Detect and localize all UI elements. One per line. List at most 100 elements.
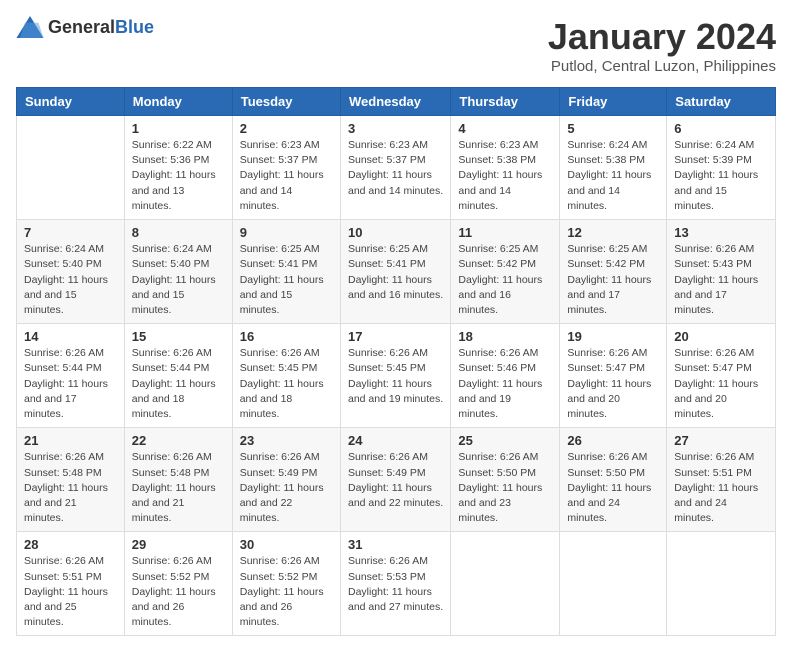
daylight-line1: Daylight: 11 hours bbox=[240, 168, 333, 183]
sunset-text: Sunset: 5:42 PM bbox=[567, 257, 659, 272]
header-friday: Friday bbox=[560, 88, 667, 116]
daylight-line2: and and 15 minutes. bbox=[132, 288, 225, 318]
daylight-line2: and and 21 minutes. bbox=[24, 496, 117, 526]
sunset-text: Sunset: 5:44 PM bbox=[132, 361, 225, 376]
day-number: 22 bbox=[132, 433, 225, 448]
day-number: 21 bbox=[24, 433, 117, 448]
daylight-line2: and and 17 minutes. bbox=[24, 392, 117, 422]
sunrise-text: Sunrise: 6:24 AM bbox=[132, 242, 225, 257]
daylight-line2: and and 24 minutes. bbox=[674, 496, 768, 526]
sunrise-text: Sunrise: 6:26 AM bbox=[132, 346, 225, 361]
day-number: 15 bbox=[132, 329, 225, 344]
table-row: 2Sunrise: 6:23 AMSunset: 5:37 PMDaylight… bbox=[232, 116, 340, 220]
table-row: 7Sunrise: 6:24 AMSunset: 5:40 PMDaylight… bbox=[17, 220, 125, 324]
day-number: 4 bbox=[458, 121, 552, 136]
day-number: 29 bbox=[132, 537, 225, 552]
daylight-line1: Daylight: 11 hours bbox=[132, 585, 225, 600]
daylight-line2: and and 14 minutes. bbox=[567, 184, 659, 214]
daylight-line1: Daylight: 11 hours bbox=[24, 273, 117, 288]
daylight-line2: and and 22 minutes. bbox=[240, 496, 333, 526]
table-row: 20 Sunrise: 6:26 AMSunset: 5:47 PMDayligh… bbox=[667, 324, 776, 428]
table-row: 4Sunrise: 6:23 AMSunset: 5:38 PMDaylight… bbox=[451, 116, 560, 220]
sunrise-text: Sunrise: 6:25 AM bbox=[567, 242, 659, 257]
day-info: Sunrise: 6:22 AMSunset: 5:36 PMDaylight:… bbox=[132, 138, 225, 214]
day-number: 1 bbox=[132, 121, 225, 136]
daylight-line1: Daylight: 11 hours bbox=[24, 585, 117, 600]
logo-text-blue: Blue bbox=[115, 17, 154, 37]
day-number: 13 bbox=[674, 225, 768, 240]
day-number: 18 bbox=[458, 329, 552, 344]
day-info: Sunrise: 6:26 AMSunset: 5:43 PMDaylight:… bbox=[674, 242, 768, 318]
sunrise-text: Sunrise: 6:23 AM bbox=[458, 138, 552, 153]
header-monday: Monday bbox=[124, 88, 232, 116]
sunset-text: Sunset: 5:36 PM bbox=[132, 153, 225, 168]
sunrise-text: Sunrise: 6:26 AM bbox=[348, 554, 443, 569]
table-row: 26Sunrise: 6:26 AMSunset: 5:50 PMDayligh… bbox=[560, 428, 667, 532]
day-number: 11 bbox=[458, 225, 552, 240]
calendar-week-row: 1 Sunrise: 6:22 AMSunset: 5:36 PMDaylight… bbox=[17, 116, 776, 220]
table-row: 24Sunrise: 6:26 AMSunset: 5:49 PMDayligh… bbox=[340, 428, 450, 532]
sunset-text: Sunset: 5:41 PM bbox=[240, 257, 333, 272]
day-number: 3 bbox=[348, 121, 443, 136]
sunrise-text: Sunrise: 6:26 AM bbox=[24, 346, 117, 361]
day-info: Sunrise: 6:26 AMSunset: 5:51 PMDaylight:… bbox=[674, 450, 768, 526]
table-row bbox=[451, 532, 560, 636]
table-row: 13 Sunrise: 6:26 AMSunset: 5:43 PMDayligh… bbox=[667, 220, 776, 324]
sunrise-text: Sunrise: 6:26 AM bbox=[458, 450, 552, 465]
daylight-line2: and and 23 minutes. bbox=[458, 496, 552, 526]
sunset-text: Sunset: 5:53 PM bbox=[348, 570, 443, 585]
sunrise-text: Sunrise: 6:26 AM bbox=[674, 242, 768, 257]
day-info: Sunrise: 6:26 AMSunset: 5:52 PMDaylight:… bbox=[132, 554, 225, 630]
day-info: Sunrise: 6:26 AMSunset: 5:47 PMDaylight:… bbox=[674, 346, 768, 422]
daylight-line2: and and 26 minutes. bbox=[132, 600, 225, 630]
table-row: 10Sunrise: 6:25 AMSunset: 5:41 PMDayligh… bbox=[340, 220, 450, 324]
sunset-text: Sunset: 5:51 PM bbox=[24, 570, 117, 585]
sunset-text: Sunset: 5:41 PM bbox=[348, 257, 443, 272]
sunrise-text: Sunrise: 6:24 AM bbox=[24, 242, 117, 257]
day-info: Sunrise: 6:26 AMSunset: 5:48 PMDaylight:… bbox=[132, 450, 225, 526]
header-sunday: Sunday bbox=[17, 88, 125, 116]
day-number: 10 bbox=[348, 225, 443, 240]
day-number: 12 bbox=[567, 225, 659, 240]
table-row: 31Sunrise: 6:26 AMSunset: 5:53 PMDayligh… bbox=[340, 532, 450, 636]
daylight-line1: Daylight: 11 hours bbox=[132, 377, 225, 392]
daylight-line2: and and 26 minutes. bbox=[240, 600, 333, 630]
day-info: Sunrise: 6:26 AMSunset: 5:49 PMDaylight:… bbox=[240, 450, 333, 526]
calendar-week-row: 28Sunrise: 6:26 AMSunset: 5:51 PMDayligh… bbox=[17, 532, 776, 636]
daylight-line1: Daylight: 11 hours bbox=[458, 377, 552, 392]
logo: GeneralBlue bbox=[16, 16, 154, 38]
daylight-line1: Daylight: 11 hours bbox=[240, 377, 333, 392]
daylight-line2: and and 16 minutes. bbox=[458, 288, 552, 318]
sunset-text: Sunset: 5:50 PM bbox=[567, 466, 659, 481]
day-info: Sunrise: 6:26 AMSunset: 5:52 PMDaylight:… bbox=[240, 554, 333, 630]
daylight-line2: and and 22 minutes. bbox=[348, 496, 443, 511]
sunset-text: Sunset: 5:37 PM bbox=[348, 153, 443, 168]
sunset-text: Sunset: 5:37 PM bbox=[240, 153, 333, 168]
day-info: Sunrise: 6:26 AMSunset: 5:50 PMDaylight:… bbox=[458, 450, 552, 526]
daylight-line2: and and 19 minutes. bbox=[458, 392, 552, 422]
sunrise-text: Sunrise: 6:26 AM bbox=[348, 450, 443, 465]
day-number: 20 bbox=[674, 329, 768, 344]
daylight-line1: Daylight: 11 hours bbox=[132, 168, 225, 183]
day-info: Sunrise: 6:26 AMSunset: 5:51 PMDaylight:… bbox=[24, 554, 117, 630]
sunrise-text: Sunrise: 6:26 AM bbox=[240, 346, 333, 361]
table-row: 11 Sunrise: 6:25 AMSunset: 5:42 PMDayligh… bbox=[451, 220, 560, 324]
table-row bbox=[667, 532, 776, 636]
daylight-line1: Daylight: 11 hours bbox=[674, 377, 768, 392]
sunset-text: Sunset: 5:40 PM bbox=[24, 257, 117, 272]
sunset-text: Sunset: 5:45 PM bbox=[240, 361, 333, 376]
location-subtitle: Putlod, Central Luzon, Philippines bbox=[548, 58, 776, 75]
title-area: January 2024 Putlod, Central Luzon, Phil… bbox=[548, 16, 776, 75]
sunset-text: Sunset: 5:48 PM bbox=[132, 466, 225, 481]
sunrise-text: Sunrise: 6:26 AM bbox=[567, 346, 659, 361]
daylight-line2: and and 16 minutes. bbox=[348, 288, 443, 303]
table-row: 17Sunrise: 6:26 AMSunset: 5:45 PMDayligh… bbox=[340, 324, 450, 428]
daylight-line1: Daylight: 11 hours bbox=[132, 481, 225, 496]
daylight-line2: and and 24 minutes. bbox=[567, 496, 659, 526]
daylight-line2: and and 20 minutes. bbox=[567, 392, 659, 422]
sunset-text: Sunset: 5:49 PM bbox=[348, 466, 443, 481]
table-row bbox=[17, 116, 125, 220]
day-number: 23 bbox=[240, 433, 333, 448]
sunrise-text: Sunrise: 6:26 AM bbox=[132, 554, 225, 569]
day-info: Sunrise: 6:25 AMSunset: 5:42 PMDaylight:… bbox=[458, 242, 552, 318]
